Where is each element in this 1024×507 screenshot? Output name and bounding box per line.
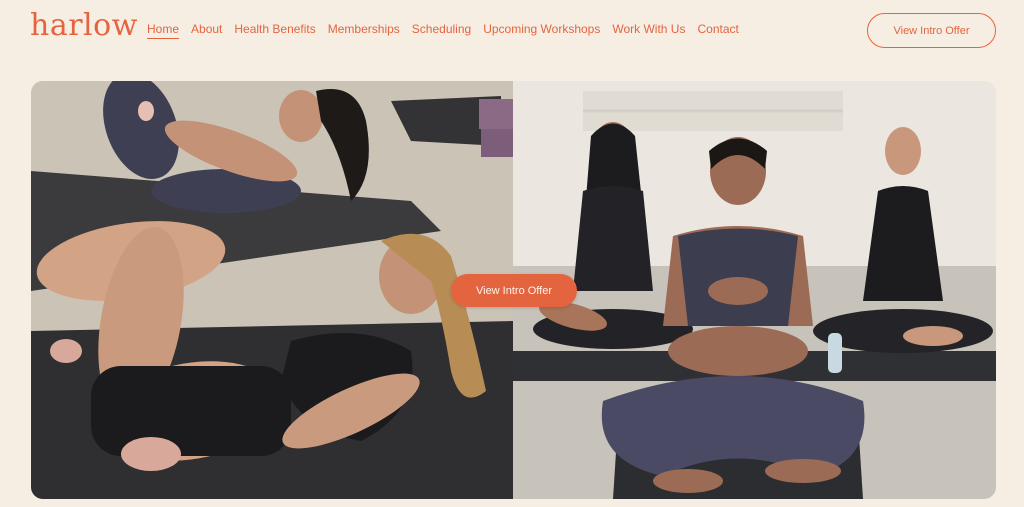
pilates-class-photo [31, 81, 513, 499]
site-header: harlow Home About Health Benefits Member… [0, 0, 1024, 62]
nav-item-memberships[interactable]: Memberships [328, 22, 400, 39]
harlow-logo[interactable]: harlow [30, 8, 138, 43]
nav-item-health-benefits[interactable]: Health Benefits [234, 22, 315, 39]
main-nav: Home About Health Benefits Memberships S… [147, 22, 739, 39]
nav-item-home[interactable]: Home [147, 22, 180, 39]
meditation-photo-illustration [513, 81, 996, 499]
nav-item-about[interactable]: About [191, 22, 222, 39]
header-intro-offer-button[interactable]: View Intro Offer [867, 13, 996, 48]
pilates-photo-illustration [31, 81, 513, 499]
nav-item-scheduling[interactable]: Scheduling [412, 22, 471, 39]
nav-item-upcoming-workshops[interactable]: Upcoming Workshops [483, 22, 600, 39]
nav-item-contact[interactable]: Contact [697, 22, 738, 39]
meditation-class-photo [513, 81, 996, 499]
hero-intro-offer-button[interactable]: View Intro Offer [451, 274, 577, 307]
nav-item-work-with-us[interactable]: Work With Us [612, 22, 685, 39]
